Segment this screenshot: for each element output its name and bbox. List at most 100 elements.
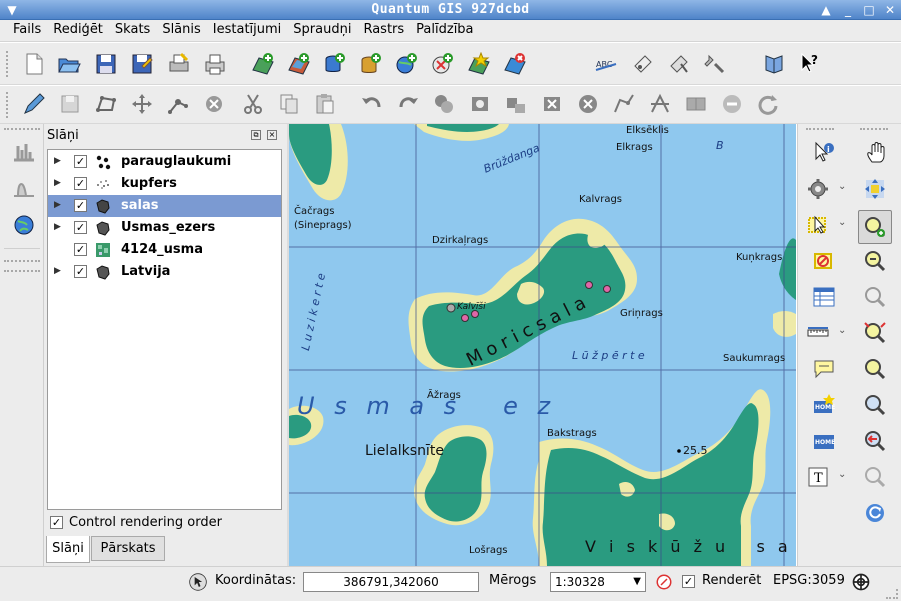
plugin-tools-icon[interactable] (703, 52, 727, 76)
dropdown-arrow-icon[interactable]: ⌄ (838, 469, 846, 480)
refresh-icon[interactable] (863, 501, 887, 525)
delete-ring-icon[interactable] (540, 92, 564, 116)
float-panel-icon[interactable]: ⧉ (251, 130, 261, 140)
coordinates-field[interactable]: 386791,342060 (303, 572, 479, 592)
layer-row-usmas-ezers[interactable]: ▶ ✓ Usmas_ezers (48, 217, 281, 239)
resize-grip[interactable] (886, 589, 898, 599)
expand-arrow-icon[interactable]: ▶ (54, 222, 61, 232)
zoom-in-button[interactable] (858, 210, 892, 244)
dropdown-arrow-icon[interactable]: ⌄ (838, 217, 846, 228)
measure-line-icon[interactable] (806, 321, 830, 345)
merge-features-icon[interactable] (684, 92, 708, 116)
deselect-features-icon[interactable] (812, 249, 836, 273)
save-project-icon[interactable] (94, 52, 118, 76)
zoom-last-icon[interactable] (863, 393, 887, 417)
zoom-native-icon[interactable] (863, 357, 887, 381)
undo-icon[interactable] (360, 92, 384, 116)
add-raster-layer-icon[interactable] (287, 52, 311, 76)
delete-part-icon[interactable] (576, 92, 600, 116)
local-histogram-icon[interactable] (12, 176, 36, 200)
move-feature-icon[interactable] (130, 92, 154, 116)
layer-row-salas[interactable]: ▶ ✓ salas (48, 195, 281, 217)
new-project-icon[interactable] (22, 52, 46, 76)
expand-arrow-icon[interactable]: ▶ (54, 266, 61, 276)
close-panel-icon[interactable]: × (267, 130, 277, 140)
run-feature-action-icon[interactable] (806, 177, 830, 201)
add-ring-icon[interactable] (468, 92, 492, 116)
layer-row-latvija[interactable]: ▶ ✓ Latvija (48, 261, 281, 283)
new-bookmark-icon[interactable]: HOME (812, 393, 836, 417)
merge-attributes-icon[interactable] (720, 92, 744, 116)
copy-features-icon[interactable] (277, 92, 301, 116)
minimize-icon[interactable]: _ (840, 2, 856, 18)
layer-visibility-checkbox[interactable]: ✓ (74, 155, 87, 168)
open-project-icon[interactable] (57, 52, 81, 76)
render-checkbox[interactable]: ✓ (682, 575, 695, 588)
save-edits-icon[interactable] (58, 92, 82, 116)
add-feature-icon[interactable] (94, 92, 118, 116)
labeling-icon[interactable]: ABC (594, 52, 618, 76)
add-vector-layer-icon[interactable] (251, 52, 275, 76)
layer-row-4124-usma[interactable]: ✓ 4124_usma (48, 239, 281, 261)
pan-map-icon[interactable] (865, 141, 889, 165)
reshape-features-icon[interactable] (612, 92, 636, 116)
layer-visibility-checkbox[interactable]: ✓ (74, 243, 87, 256)
layer-visibility-checkbox[interactable]: ✓ (74, 221, 87, 234)
tab-layers[interactable]: Slāņi (46, 536, 90, 563)
simplify-feature-icon[interactable] (432, 92, 456, 116)
expand-arrow-icon[interactable]: ▶ (54, 200, 61, 210)
rotate-symbols-icon[interactable] (756, 92, 780, 116)
dropdown-arrow-icon[interactable]: ⌄ (838, 181, 846, 192)
add-postgis-layer-icon[interactable] (323, 52, 347, 76)
text-annotation-icon[interactable]: T (806, 465, 830, 489)
split-features-icon[interactable] (648, 92, 672, 116)
expand-arrow-icon[interactable]: ▶ (54, 156, 61, 166)
add-part-icon[interactable] (504, 92, 528, 116)
map-canvas[interactable]: Brūždanga Elksēklis Elkrags B Čačrags (S… (289, 124, 796, 566)
close-icon[interactable]: ✕ (882, 2, 898, 18)
layer-row-parauglaukumi[interactable]: ▶ ✓ parauglaukumi (48, 151, 281, 173)
attribute-table-icon[interactable] (812, 285, 836, 309)
menu-view[interactable]: Skats (109, 20, 156, 37)
tab-overview[interactable]: Pārskats (91, 536, 165, 561)
remove-layer-icon[interactable] (503, 52, 527, 76)
crs-status[interactable]: EPSG:3059 (773, 573, 845, 588)
control-rendering-order-checkbox[interactable]: ✓ (50, 516, 63, 529)
layer-tree[interactable]: ▶ ✓ parauglaukumi ▶ ✓ kupfers ▶ ✓ salas … (47, 149, 282, 510)
menu-plugins[interactable]: Spraudņi (287, 20, 357, 37)
zoom-to-layer-icon[interactable] (863, 321, 887, 345)
menu-raster[interactable]: Rastrs (357, 20, 410, 37)
zoom-full-icon[interactable] (863, 177, 887, 201)
collapse-icon[interactable]: ▲ (818, 2, 834, 18)
label-tool-icon[interactable] (631, 52, 655, 76)
zoom-next-icon[interactable] (863, 465, 887, 489)
scale-combobox[interactable]: 1:30328 ▼ (550, 572, 646, 592)
identify-features-icon[interactable]: i (812, 141, 836, 165)
show-bookmarks-icon[interactable]: HOME (812, 429, 836, 453)
menu-file[interactable]: Fails (7, 20, 47, 37)
paste-features-icon[interactable] (313, 92, 337, 116)
world-globe-icon[interactable] (12, 213, 36, 237)
zoom-to-selection-icon[interactable] (863, 285, 887, 309)
layer-visibility-checkbox[interactable]: ✓ (74, 199, 87, 212)
toggle-coordinates-icon[interactable] (188, 572, 208, 592)
projection-globe-icon[interactable] (851, 572, 871, 592)
expand-arrow-icon[interactable]: ▶ (54, 178, 61, 188)
whats-this-icon[interactable]: ? (798, 52, 822, 76)
save-as-icon[interactable] (130, 52, 154, 76)
select-features-icon[interactable] (806, 213, 830, 237)
new-vector-layer-icon[interactable] (467, 52, 491, 76)
redo-icon[interactable] (396, 92, 420, 116)
add-wfs-layer-icon[interactable] (431, 52, 455, 76)
zoom-out-icon[interactable] (863, 249, 887, 273)
add-spatialite-layer-icon[interactable] (359, 52, 383, 76)
layer-row-kupfers[interactable]: ▶ ✓ kupfers (48, 173, 281, 195)
stop-rendering-icon[interactable] (655, 573, 673, 591)
toggle-editing-icon[interactable] (22, 92, 46, 116)
pin-labels-icon[interactable] (667, 52, 691, 76)
menu-edit[interactable]: Rediģēt (47, 20, 109, 37)
menu-layer[interactable]: Slānis (156, 20, 206, 37)
print-composer-icon[interactable] (167, 52, 191, 76)
cut-features-icon[interactable] (241, 92, 265, 116)
help-contents-icon[interactable] (762, 52, 786, 76)
